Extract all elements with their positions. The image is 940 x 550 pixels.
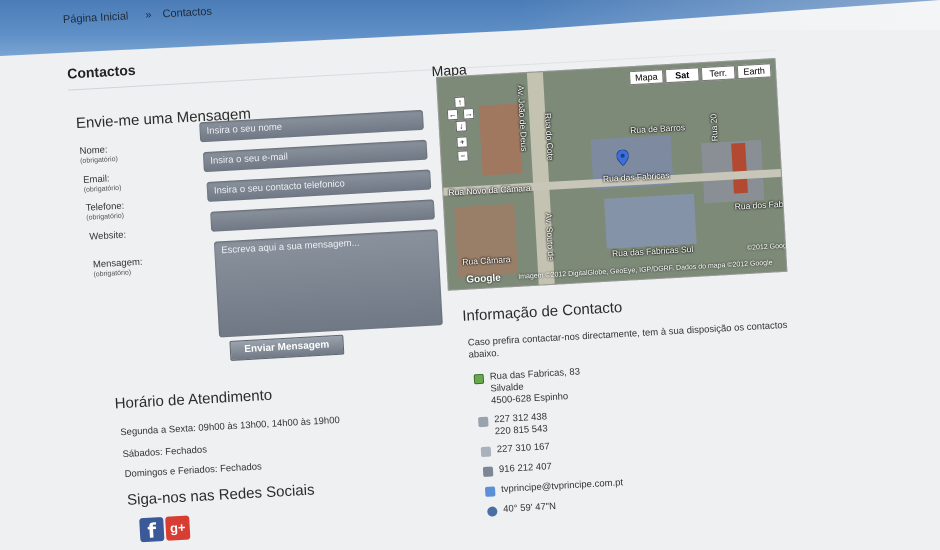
- website-label-text: Website:: [89, 229, 127, 243]
- contact-section: Informação de Contacto Caso prefira cont…: [0, 0, 935, 517]
- contact-intro: Caso prefira contactar-nos directamente,…: [467, 319, 788, 361]
- message-textarea[interactable]: Escreva aqui a sua mensagem...: [213, 229, 443, 338]
- google-plus-icon[interactable]: g+: [165, 515, 191, 541]
- pan-left-icon[interactable]: ←: [446, 108, 459, 121]
- hours-weekdays: Segunda a Sexta: 09h00 às 13h00, 14h00 à…: [120, 414, 341, 439]
- name-required-note: (obrigatório): [79, 155, 119, 166]
- map-roof: [604, 193, 697, 249]
- location-pin-icon[interactable]: [616, 149, 630, 167]
- mobile-number: 916 212 407: [498, 461, 553, 476]
- page-content: Contactos Envie-me uma Mensagem Nome: (o…: [0, 0, 940, 550]
- gps-coordinates: 40° 59' 47"N: [502, 501, 557, 515]
- fax-number: 227 310 167: [496, 441, 550, 456]
- map-view[interactable]: Mapa Sat Terr. Earth ↑ ← → ↓ + − Rua de …: [435, 58, 788, 291]
- message-label: Mensagem: (obrigatório): [93, 257, 144, 281]
- map-type-earth-button[interactable]: Earth: [736, 63, 772, 80]
- hours-saturday: Sábados: Fechados: [122, 444, 208, 461]
- fax-icon: [480, 446, 492, 458]
- email-field[interactable]: Insira o seu e-mail: [202, 139, 428, 173]
- google-logo: Google: [466, 272, 502, 286]
- message-required-note: (obrigatório): [93, 269, 132, 279]
- hours-sunday: Domingos e Feriados: Fechados: [124, 461, 263, 481]
- phone-2: 220 815 543: [494, 423, 548, 438]
- facebook-icon[interactable]: f: [139, 516, 165, 543]
- map-icon: [473, 373, 485, 385]
- pan-up-icon[interactable]: ↑: [454, 96, 466, 109]
- name-label: Nome: (obrigatório): [79, 144, 119, 167]
- map-type-terrain-button[interactable]: Terr.: [700, 65, 736, 82]
- phone-label: Telefone: (obrigatório): [85, 201, 126, 224]
- email-label: Email: (obrigatório): [83, 173, 122, 196]
- hours-heading: Horário de Atendimento: [114, 386, 273, 413]
- website-label: Website:: [89, 229, 127, 243]
- map-roof: [731, 142, 748, 194]
- address-line-1: Rua das Fabricas, 83: [489, 366, 581, 383]
- mobile-icon: [482, 466, 494, 478]
- send-message-button[interactable]: Enviar Mensagem: [229, 334, 345, 361]
- email-required-note: (obrigatório): [83, 184, 122, 194]
- page-title: Contactos: [66, 61, 137, 82]
- phone-required-note: (obrigatório): [86, 212, 125, 222]
- email-icon: [484, 486, 496, 497]
- contact-heading: Informação de Contacto: [461, 298, 623, 325]
- phone-field[interactable]: Insira o seu contacto telefonico: [206, 169, 432, 202]
- zoom-out-icon[interactable]: −: [457, 150, 469, 162]
- map-block: [478, 103, 523, 176]
- pan-right-icon[interactable]: →: [462, 107, 475, 120]
- street-label: Rua 20: [708, 113, 720, 142]
- map-type-sat-button[interactable]: Sat: [664, 67, 700, 84]
- phone-icon: [478, 416, 489, 428]
- map-type-map-button[interactable]: Mapa: [628, 69, 664, 86]
- pan-down-icon[interactable]: ↓: [455, 120, 468, 132]
- email-address[interactable]: tvprincipe@tvprincipe.com.pt: [501, 477, 624, 496]
- globe-icon: [487, 506, 498, 517]
- zoom-in-icon[interactable]: +: [456, 136, 468, 148]
- social-heading: Siga-nos nas Redes Sociais: [126, 481, 315, 509]
- website-field[interactable]: [210, 199, 435, 232]
